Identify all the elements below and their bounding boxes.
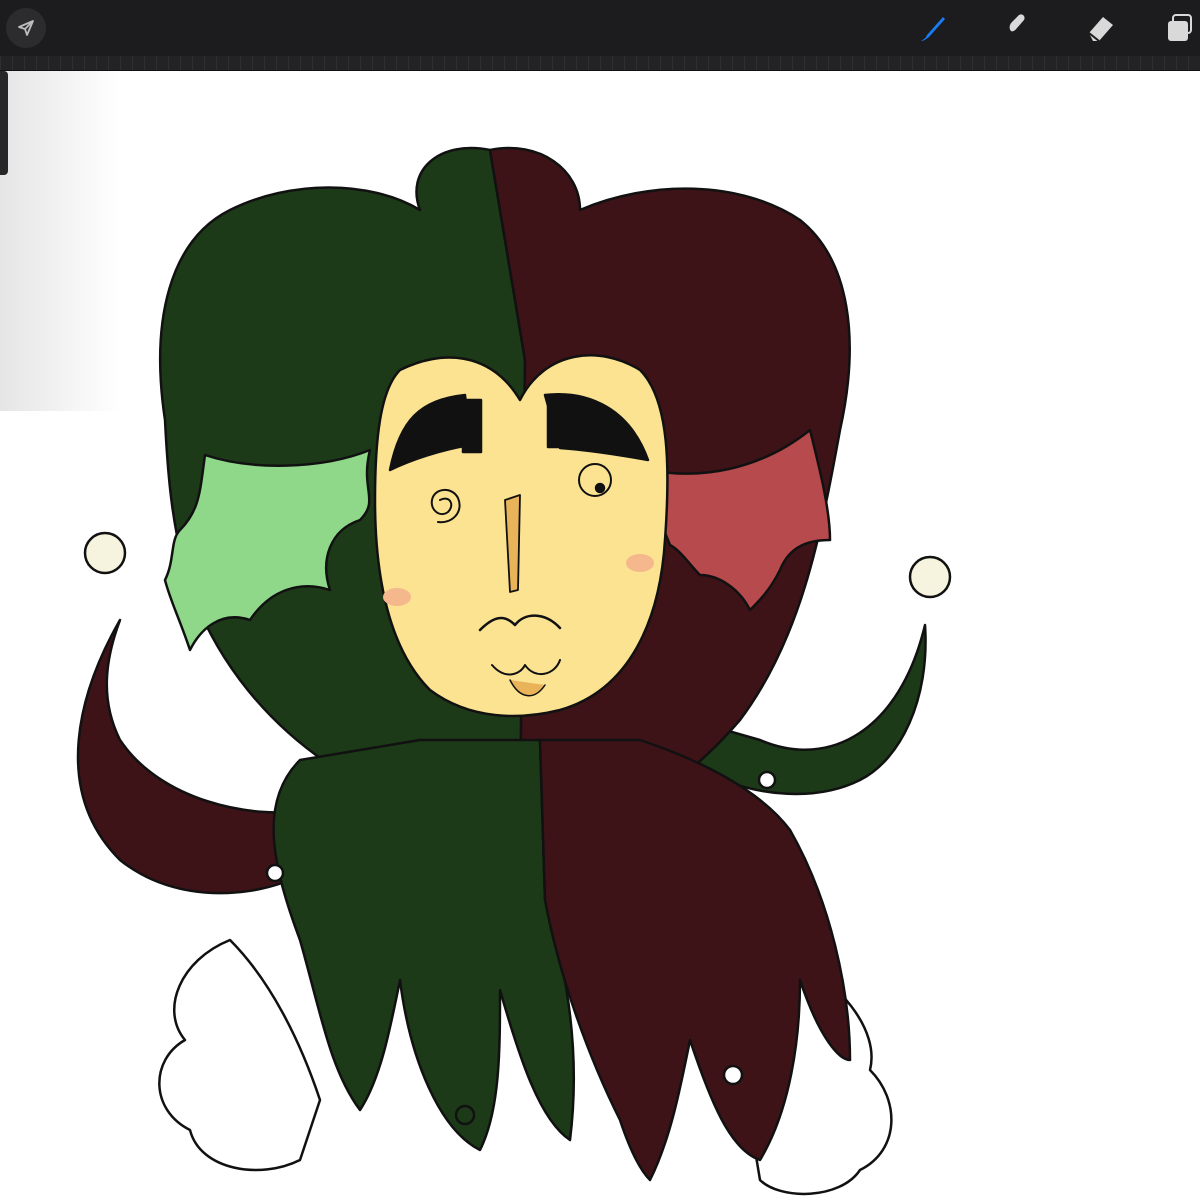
layers-tool-button[interactable]	[1160, 8, 1200, 48]
drawing-canvas[interactable]	[0, 71, 1200, 1200]
top-toolbar	[0, 0, 1200, 56]
eraser-tool-button[interactable]	[1080, 8, 1120, 48]
smudge-finger-icon	[1007, 14, 1025, 42]
smudge-tool-button[interactable]	[994, 8, 1034, 48]
modify-button[interactable]	[6, 8, 46, 48]
jester-artwork	[76, 146, 952, 1196]
brush-size-slider[interactable]	[0, 71, 8, 175]
canvas-edge-ruler	[0, 56, 1200, 71]
layers-icon	[1168, 14, 1192, 41]
brush-icon	[921, 17, 945, 41]
eraser-icon	[1088, 17, 1113, 42]
brush-tool-button[interactable]	[912, 8, 952, 48]
arrow-cursor-icon	[18, 20, 34, 36]
